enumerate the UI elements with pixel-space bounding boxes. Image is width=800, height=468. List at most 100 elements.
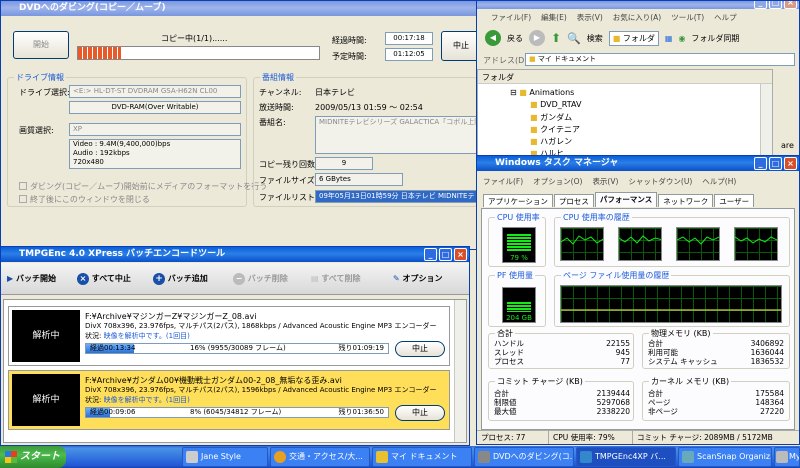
batch-add-button[interactable]: + バッチ追加: [153, 272, 233, 285]
phys-mem-list: 合計 3406892 利用可能 1636044 システム キャッシュ 1836532: [648, 339, 784, 366]
menu-view[interactable]: 表示(V): [577, 13, 603, 22]
dub-start-button[interactable]: 開始: [13, 31, 69, 59]
maximize-icon[interactable]: □: [769, 157, 782, 170]
menu-favorites[interactable]: お気に入り(A): [613, 13, 661, 22]
dub-window: DVDへのダビング(コピー／ムーブ) 開始 コピー中(1/1)...... 経過…: [0, 0, 481, 250]
drive-info-title: ドライブ情報: [14, 72, 66, 83]
search-label[interactable]: 検索: [587, 33, 603, 44]
views-icon[interactable]: ▦: [665, 34, 673, 43]
batch-delete-button[interactable]: − バッチ削除: [233, 272, 311, 285]
taskbar-tmpgenc[interactable]: TMPGEnc4XP バ...: [576, 447, 676, 467]
dub-titlebar[interactable]: DVDへのダビング(コピー／ムーブ): [1, 1, 477, 16]
stop-all-button[interactable]: × すべて中止: [77, 272, 153, 285]
quality-select[interactable]: XP: [69, 123, 241, 136]
tab-applications[interactable]: アプリケーション: [483, 194, 553, 207]
close-checkbox[interactable]: 終了後にこのウィンドウを閉じる: [19, 194, 150, 205]
tab-performance[interactable]: パフォーマンス: [594, 192, 658, 207]
tree-hagaren[interactable]: ■ ハガレン: [530, 136, 572, 147]
menu-shutdown[interactable]: シャットダウン(U): [628, 177, 692, 186]
menu-edit[interactable]: 編集(E): [541, 13, 567, 22]
forward-arrow-icon[interactable]: ▶: [529, 30, 545, 46]
close-icon[interactable]: ×: [784, 157, 797, 170]
options-button[interactable]: ✎ オプション: [393, 273, 463, 284]
start-button[interactable]: スタート: [0, 446, 66, 468]
folder-pane-scrollbar[interactable]: [760, 84, 772, 159]
menu-file[interactable]: ファイル(F): [491, 13, 531, 22]
tab-users[interactable]: ユーザー: [714, 194, 755, 207]
tree-dvd-rtav[interactable]: ■ DVD_RTAV: [530, 100, 581, 109]
address-bar[interactable]: ■ マイ ドキュメント: [525, 53, 795, 66]
explorer-titlebar[interactable]: _ □ ×: [477, 1, 799, 9]
format-checkbox[interactable]: ダビング(コピー／ムーブ)開始前にメディアのフォーマットを行う: [19, 181, 267, 192]
filelist-value[interactable]: 09年05月13日01時59分 日本テレビ MIDNITEテレビシリーズ: [315, 190, 477, 203]
taskbar-browser[interactable]: 交通・アクセス/大...: [270, 447, 370, 467]
item-info: DivX 708x396, 23.976fps, マルチパス(2パス), 159…: [85, 386, 437, 394]
tree-kuitenia[interactable]: ■ クイテニア: [530, 124, 580, 135]
tmpgenc-titlebar[interactable]: TMPGEnc 4.0 XPress バッチエンコードツール _ □ ×: [1, 247, 469, 262]
cpu-usage-meter: 79 %: [502, 227, 536, 263]
menu-help[interactable]: ヘルプ: [714, 13, 737, 22]
stop-icon: ×: [77, 272, 89, 285]
program-label: 番組名:: [259, 118, 286, 127]
airtime-label: 放送時間:: [259, 103, 294, 112]
folders-button[interactable]: ■ フォルダ: [608, 30, 659, 46]
dub-progress-bar: [77, 46, 320, 60]
taskmgr-titlebar[interactable]: Windows タスク マネージャ _ □ ×: [477, 156, 799, 171]
drive-select[interactable]: <E:> HL-DT-ST DVDRAM GSA-H62N CL00: [69, 85, 241, 98]
item-state-label: 状況:: [85, 396, 102, 404]
minimize-icon[interactable]: _: [754, 1, 767, 9]
taskmgr-menu: ファイル(F) オプション(O) 表示(V) シャットダウン(U) ヘルプ(H): [483, 176, 746, 187]
dub-stop-button[interactable]: 中止: [441, 31, 481, 61]
batch-item[interactable]: 解析中 F:¥Archive¥マジンガーZ¥マジンガーZ_08.avi DivX…: [8, 306, 450, 366]
close-checkbox-label: 終了後にこのウィンドウを閉じる: [30, 195, 150, 204]
menu-file[interactable]: ファイル(F): [483, 177, 523, 186]
tab-processes[interactable]: プロセス: [553, 194, 594, 207]
cpu-usage-value: 79 %: [510, 254, 528, 262]
taskmgr-window: Windows タスク マネージャ _ □ × ファイル(F) オプション(O) 表示(…: [476, 155, 800, 445]
taskbar-dvd-dubbing[interactable]: DVDへのダビング(コ...: [474, 447, 574, 467]
sync-folder-icon[interactable]: ◉: [678, 34, 685, 43]
channel-label: チャンネル:: [259, 88, 302, 97]
phys-total-label: 合計: [648, 339, 663, 348]
taskbar-scansnap[interactable]: ScanSnap Organiz...: [678, 447, 772, 467]
menu-tools[interactable]: ツール(T): [671, 13, 704, 22]
back-label[interactable]: 戻る: [507, 33, 523, 44]
tree-animations[interactable]: ⊟ ■ Animations: [510, 88, 574, 97]
tree-gundam[interactable]: ■ ガンダム: [530, 112, 572, 123]
delete-all-button[interactable]: ▤ すべて削除: [311, 273, 393, 284]
item-state: 状況: 映像を解析中です。(1回目): [85, 331, 190, 341]
taskbar-my[interactable]: My: [774, 447, 800, 467]
sync-label[interactable]: フォルダ同期: [691, 33, 739, 44]
taskbar-my-documents[interactable]: マイ ドキュメント: [372, 447, 472, 467]
taskbar-label: 交通・アクセス/大...: [289, 452, 363, 461]
tab-network[interactable]: ネットワーク: [658, 194, 714, 207]
search-icon[interactable]: 🔍: [567, 32, 581, 45]
close-icon[interactable]: ×: [454, 248, 467, 261]
back-arrow-icon[interactable]: ◀: [485, 30, 501, 46]
app-icon: [186, 451, 198, 463]
batch-item[interactable]: 解析中 F:¥Archive¥ガンダム00¥機動戦士ガンダム00-2_08_無垢…: [8, 370, 450, 430]
minimize-icon[interactable]: _: [754, 157, 767, 170]
taskbar-jane-style[interactable]: Jane Style: [182, 447, 268, 467]
wrench-icon: ✎: [393, 274, 400, 283]
play-icon: ▶: [7, 274, 14, 283]
menu-view[interactable]: 表示(V): [592, 177, 618, 186]
close-icon[interactable]: ×: [784, 1, 797, 9]
item-stop-button[interactable]: 中止: [395, 405, 445, 421]
item-stop-button[interactable]: 中止: [395, 341, 445, 357]
batch-list-scrollbar[interactable]: [454, 300, 466, 442]
maximize-icon[interactable]: □: [769, 1, 782, 9]
item-progress-bar: 経過00:13:34 16% (9955/30089 フレーム) 残り01:09…: [85, 343, 389, 354]
menu-options[interactable]: オプション(O): [533, 177, 582, 186]
performance-panel: CPU 使用率 79 % CPU 使用率の履歴 PF 使用量 204 GB ペー…: [481, 208, 795, 430]
copies-value: 9: [315, 157, 373, 170]
minimize-icon[interactable]: _: [424, 248, 437, 261]
up-folder-icon[interactable]: ⬆: [551, 31, 561, 45]
item-progress-text: 16% (9955/30089 フレーム): [190, 344, 286, 352]
menu-help[interactable]: ヘルプ(H): [702, 177, 736, 186]
maximize-icon[interactable]: □: [439, 248, 452, 261]
address-label: アドレス(D): [483, 56, 528, 65]
commit-total-label: 合計: [494, 389, 509, 398]
batch-start-button[interactable]: ▶ バッチ開始: [1, 273, 77, 284]
item-state: 状況: 映像を解析中です。(1回目): [85, 395, 190, 405]
